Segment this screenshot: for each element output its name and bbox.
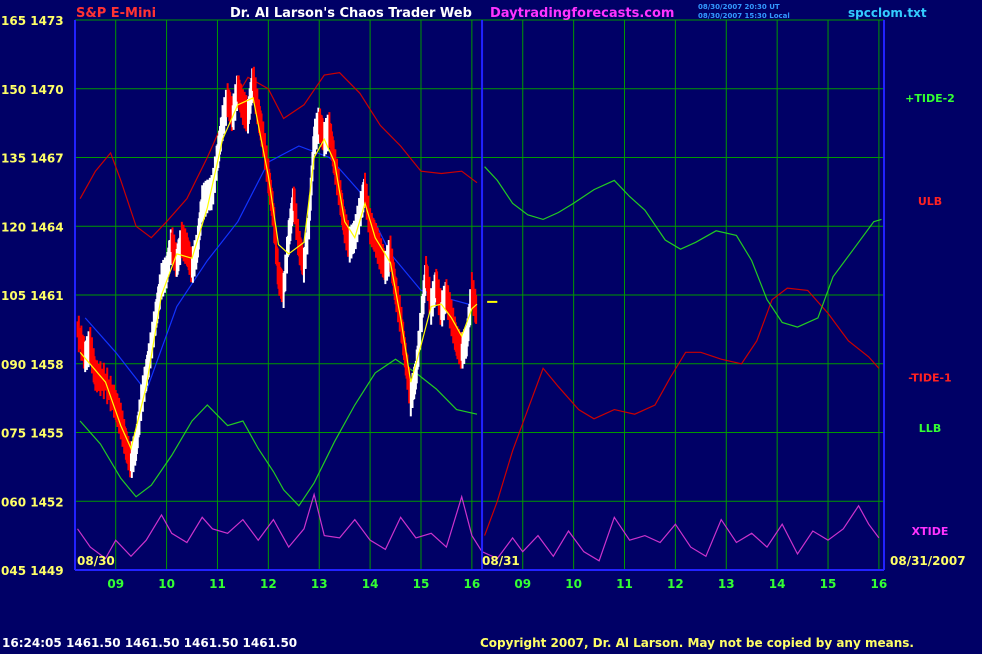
x-tick-label: 10 — [158, 577, 175, 591]
timestamp-ut: 08/30/2007 20:30 UT — [698, 3, 780, 11]
instrument-title: S&P E-Mini — [76, 6, 156, 21]
x-tick-label: 12 — [667, 577, 684, 591]
footer-time: 16:24:05 — [2, 636, 62, 650]
x-tick-label: 10 — [565, 577, 582, 591]
x-tick-label: 16 — [871, 577, 888, 591]
site-link[interactable]: Daytradingforecasts.com — [490, 6, 674, 21]
series-label: LLB — [919, 422, 941, 435]
y-tick-label: 060 1452 — [1, 495, 64, 509]
x-tick-label: 12 — [260, 577, 277, 591]
y-tick-label: 090 1458 — [1, 358, 64, 372]
x-tick-label: 14 — [769, 577, 786, 591]
file-name: spcclom.txt — [848, 6, 927, 20]
x-tick-label: 14 — [362, 577, 379, 591]
x-tick-label: 15 — [413, 577, 430, 591]
chart-title: Dr. Al Larson's Chaos Trader Web — [230, 6, 472, 21]
chart-svg: 165 1473 150 1470 135 1467 120 1464 105 1461… — [1, 3, 966, 650]
chart-window: 165 1473 150 1470 135 1467 120 1464 105 1461… — [0, 0, 982, 650]
series-ulb-day2 — [484, 287, 880, 536]
x-tick-label: 11 — [616, 577, 633, 591]
footer-quotes: 1461.50 1461.50 1461.50 1461.50 — [66, 636, 297, 650]
timestamp-local: 08/30/2007 15:30 Local — [698, 12, 790, 20]
series-llb-day2 — [484, 166, 882, 328]
y-tick-label: 135 1467 — [1, 152, 64, 166]
series-label: -TIDE-1 — [908, 372, 951, 385]
y-tick-label: 045 1449 — [1, 564, 64, 578]
footer-copyright: Copyright 2007, Dr. Al Larson. May not b… — [480, 636, 914, 650]
grid — [75, 19, 884, 571]
x-tick-label: 09 — [107, 577, 124, 591]
x-tick-label: 09 — [514, 577, 531, 591]
series-xtide — [77, 492, 880, 562]
date-label-right: 08/31/2007 — [890, 554, 966, 568]
x-tick-label: 15 — [820, 577, 837, 591]
x-tick-label: 16 — [464, 577, 481, 591]
x-tick-label: 13 — [311, 577, 328, 591]
series-ulb-day1 — [79, 72, 478, 239]
date-label-left: 08/30 — [77, 554, 115, 568]
series-label: XTIDE — [912, 525, 949, 538]
axes: 165 1473 150 1470 135 1467 120 1464 105 1461… — [1, 14, 955, 591]
y-tick-label: 150 1470 — [1, 83, 64, 97]
y-tick-label: 105 1461 — [1, 289, 64, 303]
date-label-mid: 08/31 — [482, 554, 520, 568]
y-tick-label: 165 1473 — [1, 14, 64, 28]
y-tick-label: 075 1455 — [1, 427, 64, 441]
series-label: ULB — [918, 195, 942, 208]
series-group — [76, 66, 882, 562]
y-tick-label: 120 1464 — [1, 220, 64, 234]
x-tick-label: 11 — [209, 577, 226, 591]
series-label: +TIDE-2 — [905, 92, 955, 105]
x-tick-label: 13 — [718, 577, 735, 591]
